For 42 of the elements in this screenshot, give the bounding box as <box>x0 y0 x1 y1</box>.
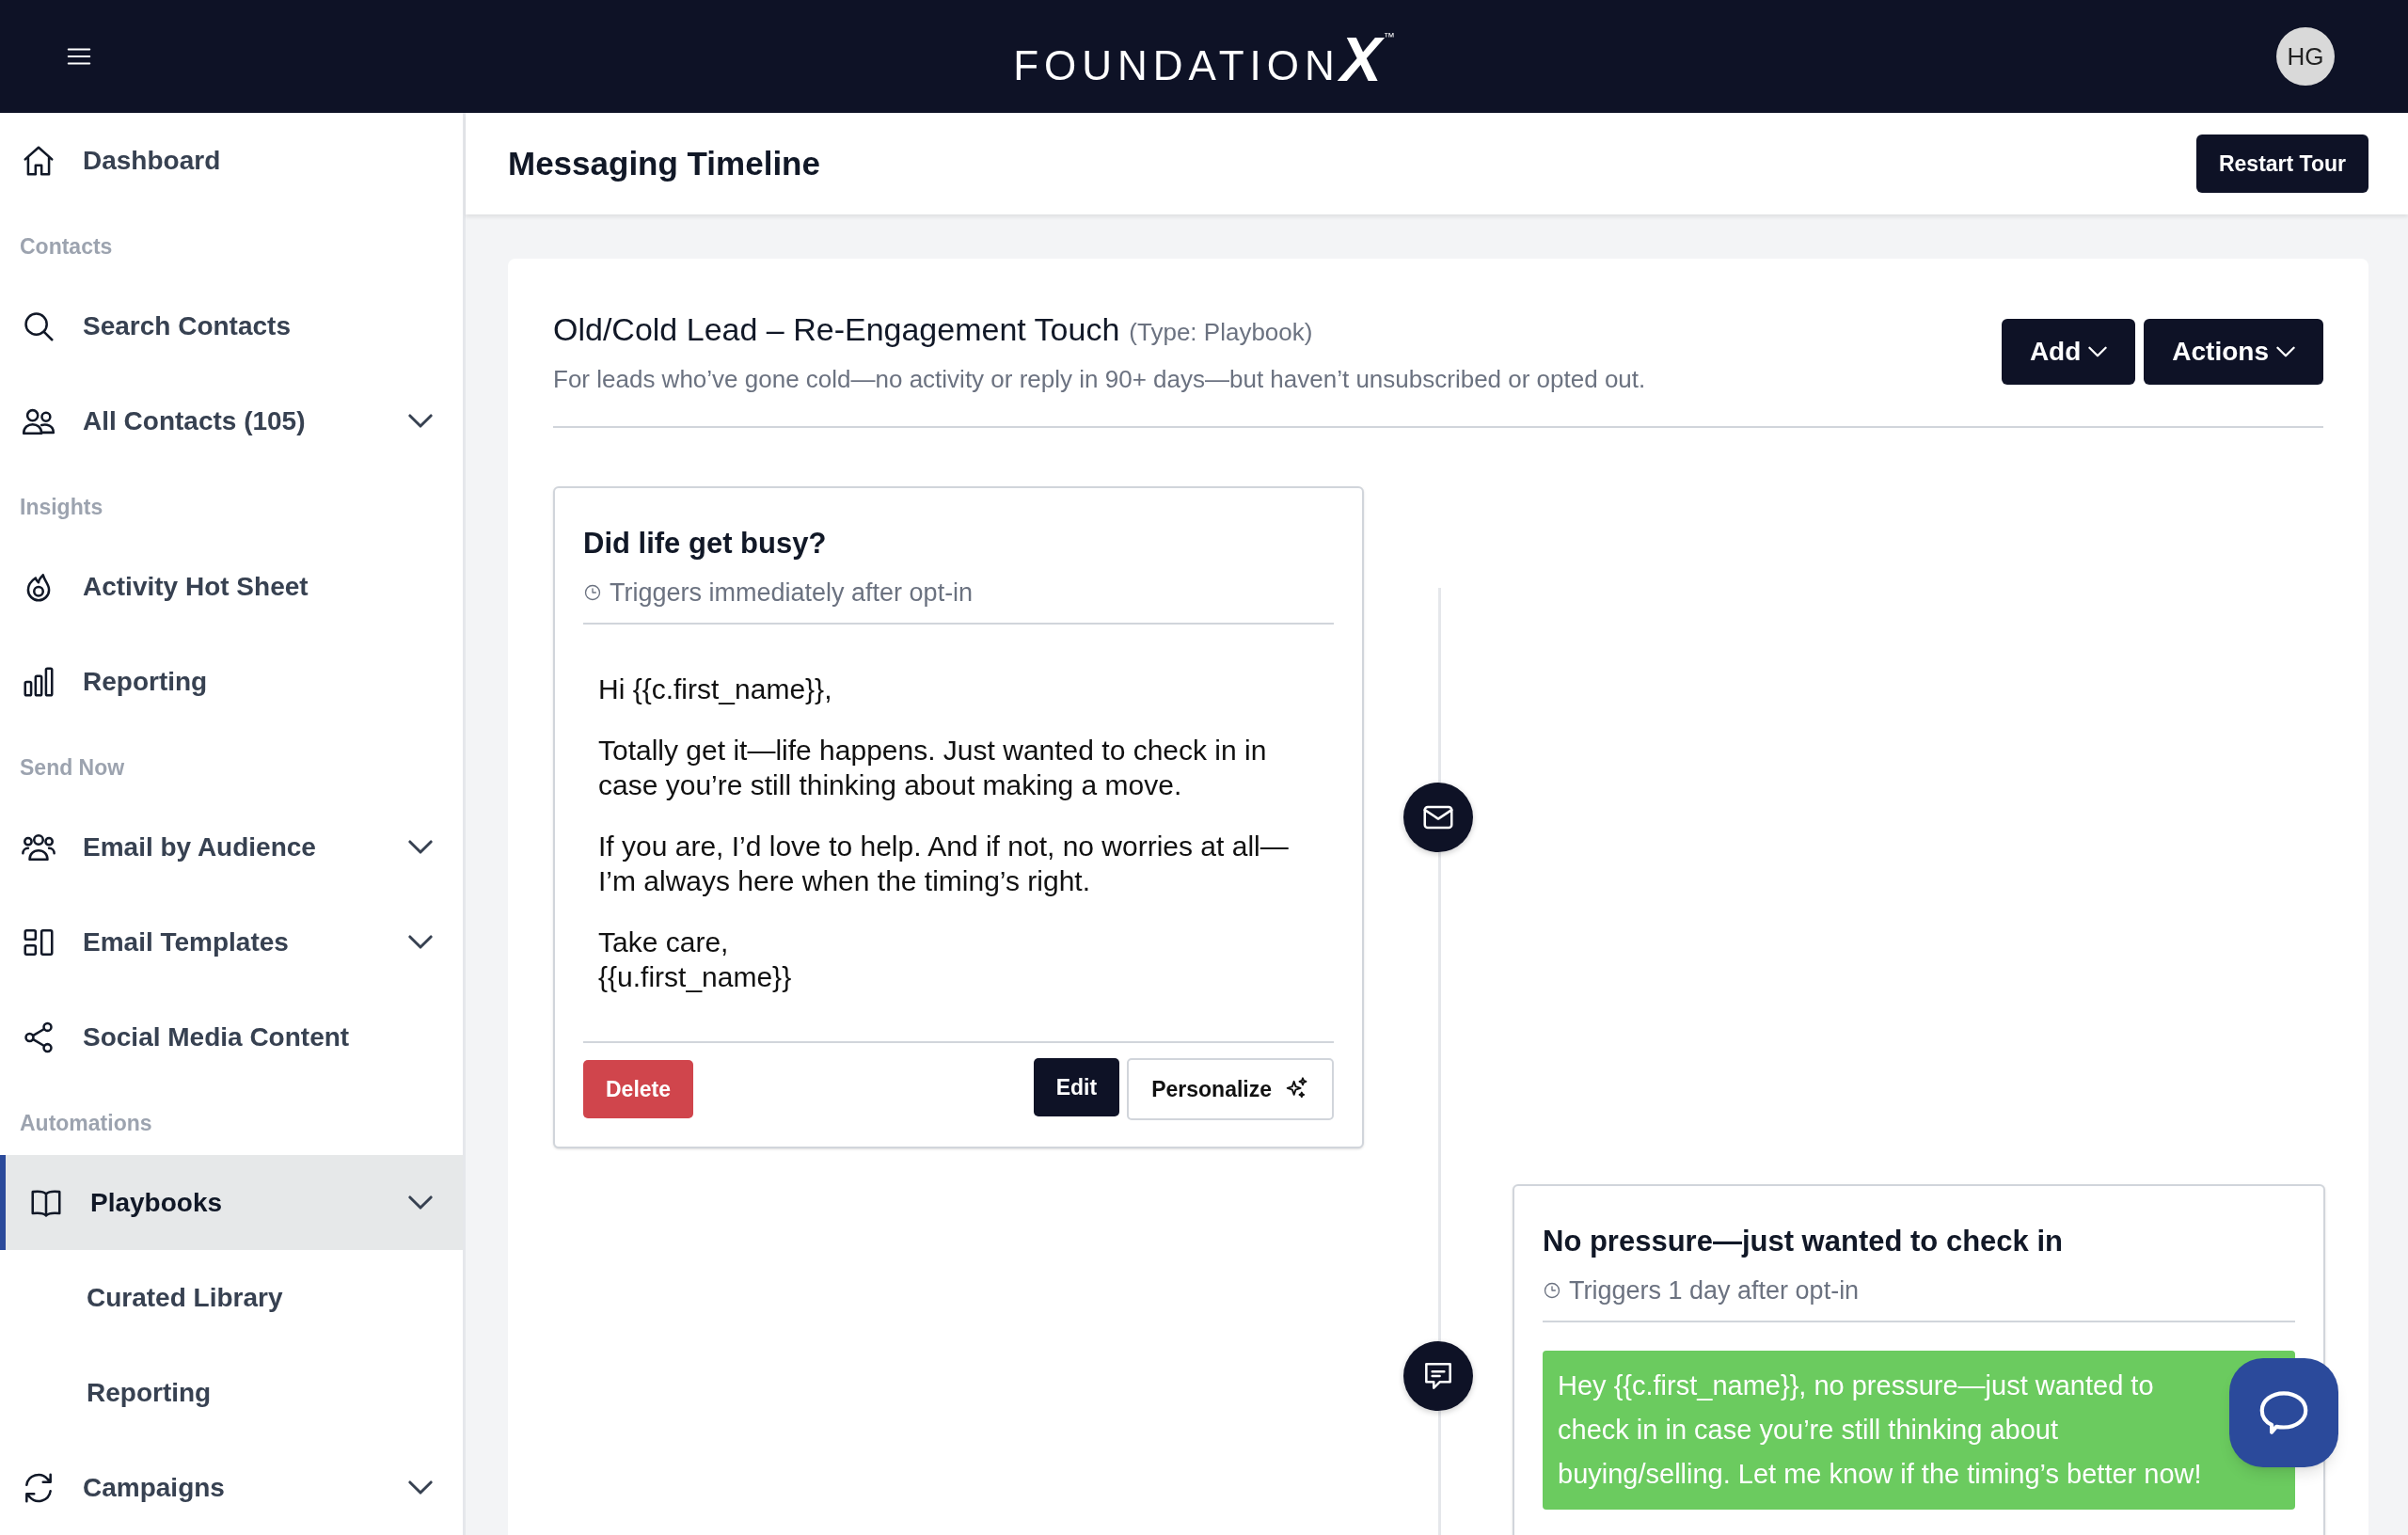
sidebar-subitem[interactable]: Curated Library <box>0 1250 463 1345</box>
section-label: Automations <box>20 1110 152 1138</box>
email-paragraph: Hi {{c.first_name}}, <box>598 673 833 706</box>
page-title: Messaging Timeline <box>508 143 820 183</box>
chevron-down-icon <box>2276 346 2295 357</box>
playbook-description: For leads who’ve gone cold—no activity or reply in 90+ days—but haven’t unsubscribed or opted out. <box>553 364 1646 395</box>
sidebar-item[interactable]: Search Contacts <box>0 278 463 373</box>
edit-button[interactable]: Edit <box>1033 1058 1120 1116</box>
message-text: Hey {{c.first_name}}, no pressure—just wanted to check in in case you’re still thinking about buying/selling. Let me know if the timing’s better now! <box>1558 1369 2203 1491</box>
trigger-text: Triggers immediately after opt-in <box>610 577 974 609</box>
chat-button[interactable] <box>2229 1358 2338 1467</box>
dropdown-button[interactable]: Add <box>2001 319 2136 385</box>
section-label: Insights <box>20 494 103 522</box>
restart-tour-button[interactable]: Restart Tour <box>2195 135 2368 193</box>
section-label: Send Now <box>20 754 125 783</box>
email-paragraph: Totally get it—life happens. Just wanted to check in in case you’re still thinking about making a move. <box>598 734 1268 802</box>
sidebar-item[interactable]: Social Media Content <box>0 989 463 1084</box>
trigger-text: Triggers 1 day after opt-in <box>1569 1274 1860 1306</box>
sidebar-item[interactable]: Email Templates <box>0 894 463 989</box>
avatar[interactable]: HG <box>2276 27 2335 86</box>
sidebar-subitem[interactable]: Reporting <box>0 1345 463 1440</box>
clock-icon <box>1543 1280 1561 1300</box>
personalize-button[interactable]: Personalize <box>1127 1058 1334 1120</box>
sidebar-item[interactable]: Email by Audience <box>0 799 463 894</box>
sidebar-item[interactable]: Reporting <box>0 634 463 729</box>
email-paragraph: Take care, {{u.first_name}} <box>598 926 793 994</box>
sidebar-item[interactable]: Campaigns <box>0 1440 463 1535</box>
sidebar-item[interactable]: Playbooks <box>0 1155 463 1250</box>
chevron-down-icon <box>2088 346 2108 357</box>
dropdown-button[interactable]: Actions <box>2144 319 2323 385</box>
sidebar-item[interactable]: Dashboard <box>0 113 463 208</box>
step-title: No pressure—just wanted to check in <box>1543 1224 2064 1259</box>
delete-button[interactable]: Delete <box>583 1060 694 1118</box>
sidebar-item[interactable]: Activity Hot Sheet <box>0 539 463 634</box>
sidebar-item[interactable]: All Contacts (105) <box>0 373 463 468</box>
playbook-type: (Type: Playbook) <box>1129 317 1313 348</box>
clock-icon <box>583 582 602 602</box>
logo: FOUNDATIONX™ <box>1013 28 1395 90</box>
step-title: Did life get busy? <box>583 526 828 562</box>
email-paragraph: If you are, I’d love to help. And if not, no worries at all—I’m always here when the timing’s right. <box>598 830 1290 898</box>
playbook-title: Old/Cold Lead – Re-Engagement Touch <box>553 310 1120 349</box>
section-label: Contacts <box>20 233 113 261</box>
